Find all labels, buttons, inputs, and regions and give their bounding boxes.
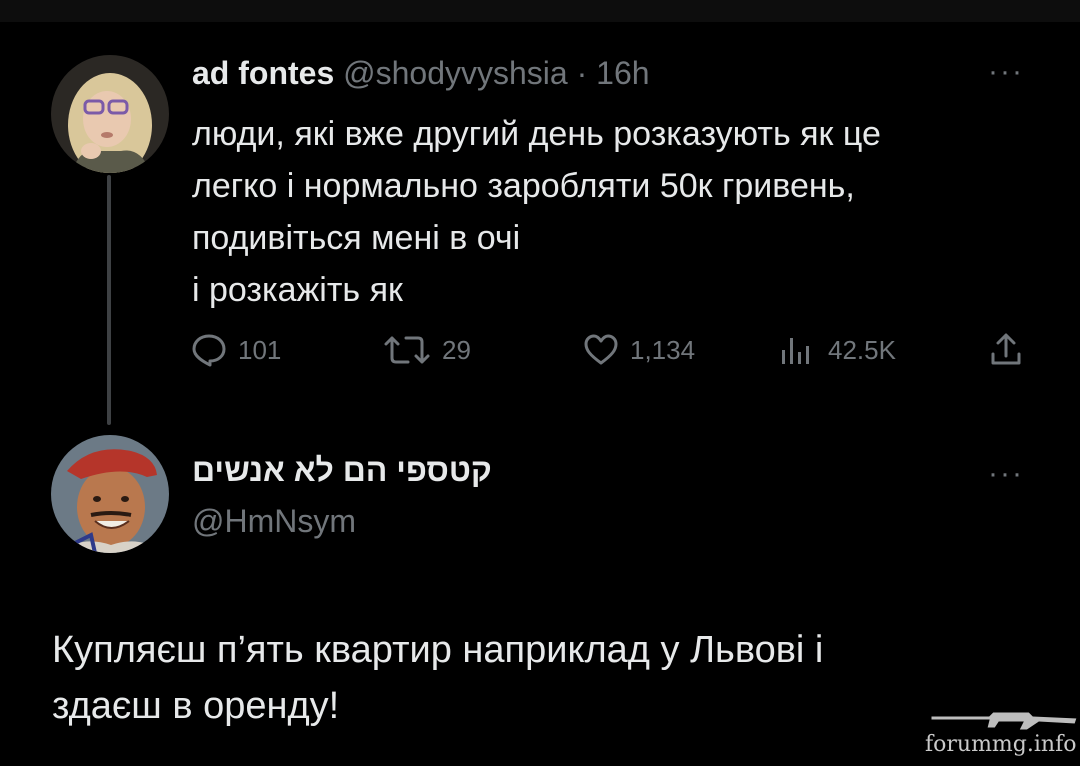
tweet1-display-name[interactable]: ad fontes: [192, 55, 334, 91]
like-button[interactable]: 1,134: [582, 330, 695, 370]
rifle-icon: [930, 711, 1078, 731]
tweet1-handle[interactable]: @shodyvyshsia: [343, 55, 568, 91]
tweet1-avatar[interactable]: [51, 55, 169, 173]
avatar-woman-image: [51, 55, 169, 173]
tweet2-handle[interactable]: @HmNsym: [192, 503, 356, 540]
avatar-man-image: [51, 435, 169, 553]
tweet1-text: люди, які вже другий день розказують як …: [192, 108, 1052, 316]
tweet1-time[interactable]: 16h: [596, 55, 649, 91]
repost-icon: [384, 336, 430, 364]
tweet2-text-line: Купляєш п’ять квартир наприклад у Львові…: [52, 629, 824, 671]
tweet1-action-bar: 101 29 1,134 42.5K: [190, 330, 1040, 370]
tweet1-text-line: і розкажіть як: [192, 271, 403, 309]
reply-count: 101: [238, 334, 282, 365]
watermark: forummg.info: [915, 706, 1078, 762]
tweet1-more-button[interactable]: ···: [988, 57, 1024, 87]
views-chart-icon: [782, 338, 809, 364]
page: ad fontes @shodyvyshsia · 16h ··· люди, …: [0, 0, 1080, 766]
tweet1-text-line: люди, які вже другий день розказують як …: [192, 115, 881, 153]
heart-icon: [584, 334, 618, 365]
watermark-text: forummg.info: [925, 732, 1077, 757]
share-button[interactable]: [988, 330, 1034, 370]
repost-count: 29: [442, 334, 471, 365]
tweet2-display-name[interactable]: קטספי הם לא אנשים: [192, 452, 492, 489]
tweet1-text-line: подивіться мені в очі: [192, 219, 521, 257]
tweet2-text-line: здаєш в оренду!: [52, 685, 340, 727]
tweet2-avatar[interactable]: [51, 435, 169, 553]
tweet1-separator: ·: [576, 55, 588, 91]
reply-button[interactable]: 101: [190, 330, 281, 370]
share-icon: [991, 333, 1021, 365]
repost-button[interactable]: 29: [382, 330, 471, 370]
thread-connector-line: [107, 175, 111, 425]
top-bar: [0, 0, 1080, 22]
tweet2-text: Купляєш п’ять квартир наприклад у Львові…: [52, 622, 1052, 734]
tweet2-more-button[interactable]: ···: [988, 459, 1024, 489]
tweet1-header: ad fontes @shodyvyshsia · 16h: [192, 53, 650, 93]
like-count: 1,134: [630, 334, 696, 365]
views-count: 42.5K: [828, 334, 896, 365]
reply-icon: [192, 334, 226, 367]
tweet1-text-line: легко і нормально заробляти 50к гривень,: [192, 167, 855, 205]
views-button[interactable]: 42.5K: [778, 330, 896, 370]
